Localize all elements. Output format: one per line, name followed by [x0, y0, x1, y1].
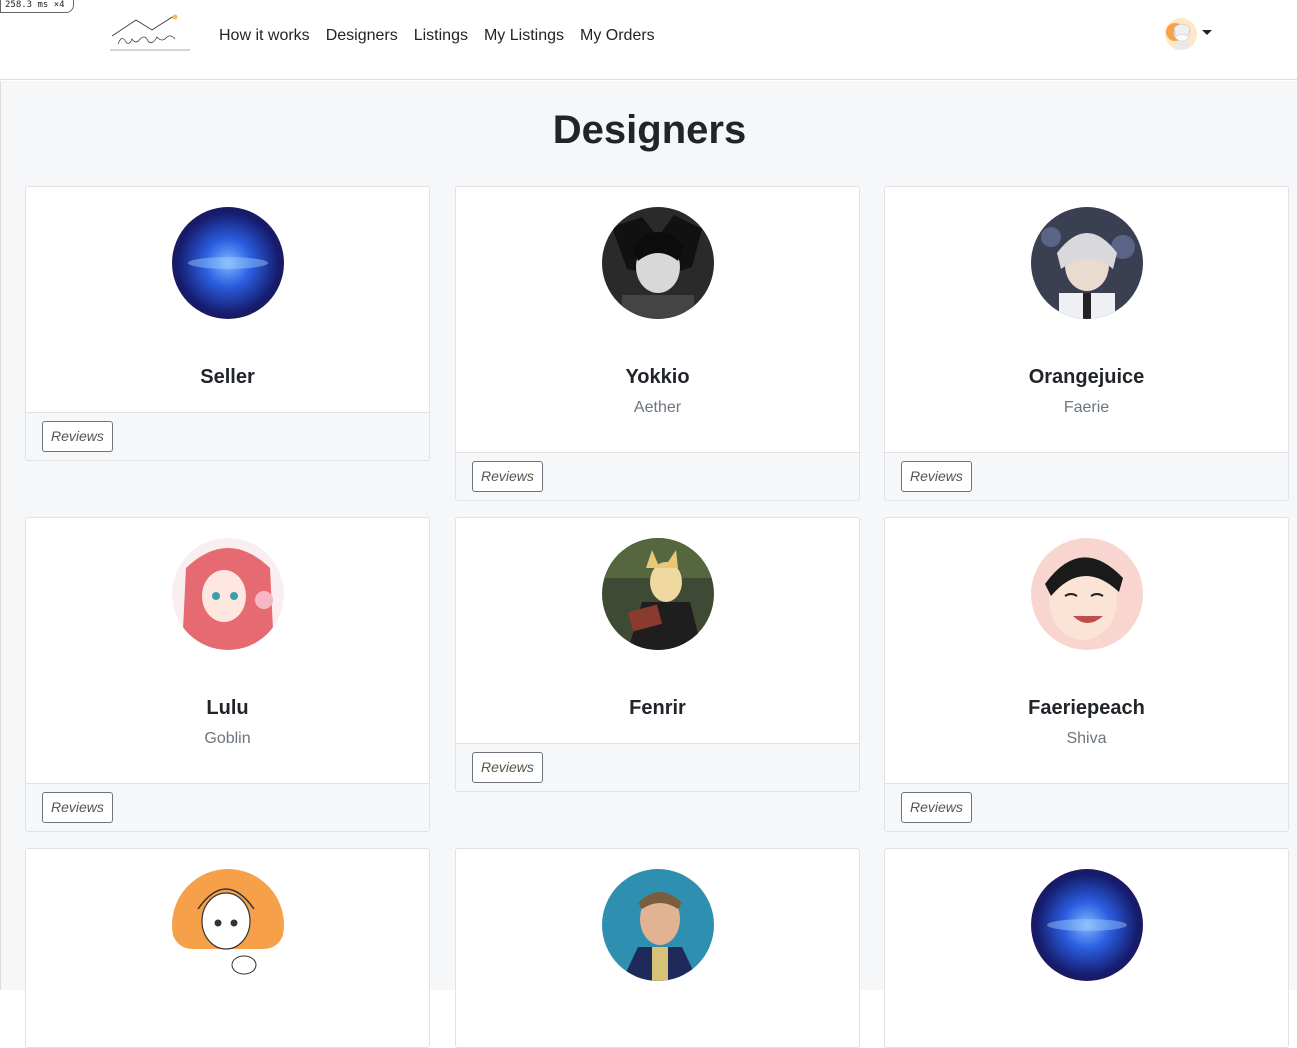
- designer-card: Orangejuice Faerie Reviews: [884, 186, 1289, 501]
- card-footer: Reviews: [456, 743, 859, 791]
- designer-card: [884, 848, 1289, 1048]
- designer-avatar[interactable]: [602, 869, 714, 981]
- designer-avatar[interactable]: [1031, 538, 1143, 650]
- card-footer: Reviews: [26, 783, 429, 831]
- designer-name: Lulu: [206, 697, 249, 719]
- card-footer: Reviews: [26, 412, 429, 460]
- designer-card: Seller Reviews: [25, 186, 430, 461]
- designer-subtitle: Shiva: [1066, 730, 1107, 747]
- user-menu-dropdown[interactable]: [1165, 18, 1212, 50]
- designer-avatar[interactable]: [172, 538, 284, 650]
- designer-name: Faeriepeach: [1028, 697, 1145, 719]
- page-title: Designers: [552, 108, 747, 152]
- designer-subtitle: Faerie: [1063, 399, 1110, 416]
- navbar: How it works Designers Listings My Listi…: [0, 0, 1297, 80]
- reviews-button[interactable]: Reviews: [42, 792, 113, 823]
- designer-avatar[interactable]: [602, 538, 714, 650]
- card-footer: Reviews: [885, 452, 1288, 500]
- designer-card: [25, 848, 430, 1048]
- nav-designers[interactable]: Designers: [318, 24, 406, 48]
- designer-avatar[interactable]: [172, 207, 284, 319]
- designer-card: Yokkio Aether Reviews: [455, 186, 860, 501]
- designer-avatar[interactable]: [602, 207, 714, 319]
- designer-avatar[interactable]: [1031, 869, 1143, 981]
- designer-subtitle: Goblin: [204, 730, 251, 747]
- user-avatar: [1165, 18, 1197, 50]
- designer-card: Lulu Goblin Reviews: [25, 517, 430, 832]
- designer-subtitle: Aether: [633, 399, 682, 416]
- reviews-button[interactable]: Reviews: [472, 461, 543, 492]
- nav-my-orders[interactable]: My Orders: [572, 24, 663, 48]
- reviews-button[interactable]: Reviews: [901, 461, 972, 492]
- designer-card: [455, 848, 860, 1048]
- nav-my-listings[interactable]: My Listings: [476, 24, 572, 48]
- main-content: Designers Seller Reviews Yokkio Aether R…: [0, 81, 1297, 1048]
- designer-avatar[interactable]: [172, 869, 284, 981]
- chevron-down-icon: [1202, 29, 1212, 35]
- designer-card: Fenrir Reviews: [455, 517, 860, 792]
- nav-how-it-works[interactable]: How it works: [211, 24, 318, 48]
- card-footer: Reviews: [456, 452, 859, 500]
- designer-name: Orangejuice: [1028, 366, 1145, 388]
- designer-avatar[interactable]: [1031, 207, 1143, 319]
- card-footer: Reviews: [885, 783, 1288, 831]
- designer-card: Faeriepeach Shiva Reviews: [884, 517, 1289, 832]
- reviews-button[interactable]: Reviews: [472, 752, 543, 783]
- timing-badge: 258.3 ms ×4: [0, 0, 74, 13]
- designer-name: Yokkio: [625, 366, 690, 388]
- nav-links: How it works Designers Listings My Listi…: [211, 24, 663, 48]
- site-logo[interactable]: [108, 12, 192, 54]
- designer-name: Seller: [200, 366, 255, 388]
- designer-name: Fenrir: [629, 697, 686, 719]
- reviews-button[interactable]: Reviews: [901, 792, 972, 823]
- nav-listings[interactable]: Listings: [406, 24, 476, 48]
- reviews-button[interactable]: Reviews: [42, 421, 113, 452]
